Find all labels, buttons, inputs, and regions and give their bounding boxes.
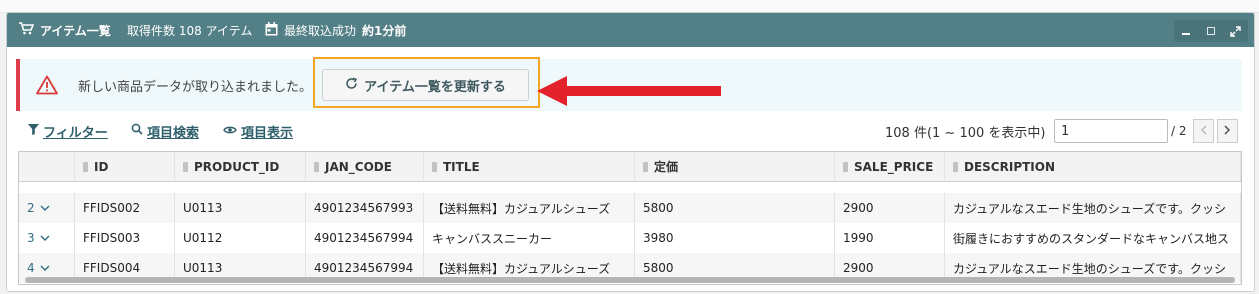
field-search-link[interactable]: 項目検索 [131, 121, 199, 141]
refresh-icon [345, 77, 358, 94]
cell-description: 街履きにおすすめのスタンダードなキャンバス地ス [945, 223, 1241, 253]
title-group: アイテム一覧 [19, 13, 111, 47]
table-header: ID PRODUCT_ID JAN_CODE TITLE 定価 SALE_PRI… [19, 152, 1241, 182]
next-page-button[interactable] [1217, 119, 1238, 143]
column-header[interactable]: PRODUCT_ID [175, 152, 306, 181]
column-header[interactable]: JAN_CODE [306, 152, 424, 181]
column-header[interactable]: SALE_PRICE [835, 152, 945, 181]
refresh-button-label: アイテム一覧を更新する [364, 79, 506, 95]
field-display-label: 項目表示 [241, 125, 294, 141]
column-header[interactable]: DESCRIPTION [945, 152, 1241, 181]
chevron-down-icon [40, 261, 50, 275]
maximize-icon[interactable] [1202, 22, 1220, 40]
field-display-link[interactable]: 項目表示 [223, 121, 293, 141]
cell-sale-price: 2900 [835, 193, 945, 223]
search-icon [131, 123, 143, 139]
page-number-input[interactable] [1054, 119, 1168, 143]
window-controls [1174, 20, 1248, 42]
last-sync-value: 約1分前 [362, 23, 407, 38]
fullscreen-icon[interactable] [1227, 22, 1245, 40]
alert-message: 新しい商品データが取り込まれました。 [78, 79, 313, 95]
annotation-arrow [537, 76, 721, 106]
chevron-right-icon [1224, 124, 1231, 138]
filter-icon [28, 123, 39, 139]
header-row-number [19, 152, 75, 181]
cell-jan-code: 4901234567994 [306, 223, 424, 253]
page-total: / 2 [1171, 124, 1187, 138]
last-sync-label: 最終取込成功 [284, 23, 357, 38]
cart-icon [19, 22, 35, 38]
horizontal-scrollbar[interactable] [25, 277, 1235, 283]
row-number[interactable]: 3 [19, 223, 75, 253]
item-table: ID PRODUCT_ID JAN_CODE TITLE 定価 SALE_PRI… [18, 151, 1242, 285]
cell-sale-price: 1990 [835, 223, 945, 253]
cell-product-id: U0112 [175, 223, 306, 253]
calendar-icon [265, 21, 278, 39]
minimize-icon[interactable] [1177, 22, 1195, 40]
cell-product-id: U0113 [175, 193, 306, 223]
cell-list-price: 3980 [635, 223, 835, 253]
pin-icon [83, 161, 88, 172]
chevron-down-icon [40, 201, 50, 215]
window-titlebar: アイテム一覧 取得件数 108 アイテム 最終取込成功 約1分前 [7, 13, 1254, 47]
last-sync-group: 最終取込成功 約1分前 [265, 13, 406, 47]
prev-page-button[interactable] [1193, 119, 1214, 143]
pin-icon [432, 161, 437, 172]
cell-jan-code: 4901234567993 [306, 193, 424, 223]
cell-list-price: 5800 [635, 193, 835, 223]
pin-icon [843, 161, 848, 172]
cell-id: FFIDS002 [75, 193, 175, 223]
filter-label: フィルター [43, 125, 108, 141]
chevron-down-icon [40, 231, 50, 245]
cell-description: カジュアルなスエード生地のシューズです。クッシ [945, 193, 1241, 223]
filter-link[interactable]: フィルター [28, 121, 108, 141]
chevron-left-icon [1200, 124, 1207, 138]
cell-title: 【送料無料】カジュアルシューズ [424, 193, 635, 223]
table-row[interactable]: 2 FFIDS002 U0113 4901234567993 【送料無料】カジュ… [19, 193, 1241, 223]
item-count: 取得件数 108 アイテム [127, 23, 253, 38]
pin-icon [183, 161, 188, 172]
refresh-item-list-button[interactable]: アイテム一覧を更新する [322, 69, 529, 101]
cell-id: FFIDS003 [75, 223, 175, 253]
table-row[interactable]: 3 FFIDS003 U0112 4901234567994 キャンバススニーカ… [19, 223, 1241, 253]
column-header[interactable]: TITLE [424, 152, 635, 181]
pin-icon [314, 161, 319, 172]
pager-info: 108 件(1 ~ 100 を表示中) [885, 125, 1046, 141]
pin-icon [643, 161, 648, 172]
cell-title: キャンバススニーカー [424, 223, 635, 253]
column-header[interactable]: 定価 [635, 152, 835, 181]
field-search-label: 項目検索 [147, 125, 200, 141]
pin-icon [953, 161, 958, 172]
warning-icon [36, 75, 58, 99]
eye-icon [223, 124, 237, 139]
row-number[interactable]: 2 [19, 193, 75, 223]
item-list-window: アイテム一覧 取得件数 108 アイテム 最終取込成功 約1分前 新しい商品デー… [6, 12, 1255, 292]
window-title: アイテム一覧 [40, 23, 111, 38]
column-header[interactable]: ID [75, 152, 175, 181]
